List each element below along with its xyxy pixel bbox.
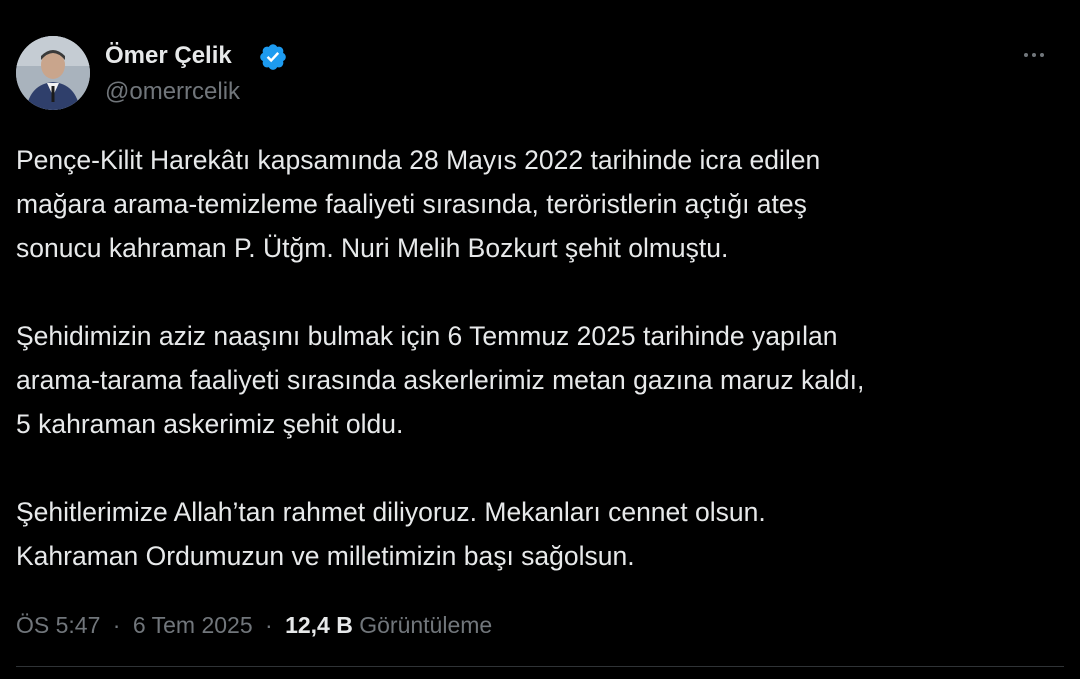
tweet-paragraph-3: Şehitlerimize Allah’tan rahmet diliyoruz… (16, 490, 1056, 578)
tweet-line: Pençe-Kilit Harekâtı kapsamında 28 Mayıs… (16, 145, 821, 175)
tweet-line: 5 kahraman askerimiz şehit oldu. (16, 409, 404, 439)
tweet-paragraph-2: Şehidimizin aziz naaşını bulmak için 6 T… (16, 314, 1056, 446)
tweet-line: Kahraman Ordumuzun ve milletimizin başı … (16, 541, 635, 571)
author-display-name[interactable]: Ömer Çelik (105, 42, 232, 70)
tweet-paragraph-1: Pençe-Kilit Harekâtı kapsamında 28 Mayıs… (16, 138, 1056, 270)
tweet-line: mağara arama-temizleme faaliyeti sırasın… (16, 189, 807, 219)
avatar[interactable] (16, 36, 90, 110)
tweet-meta: ÖS 5:47 · 6 Tem 2025 · 12,4 B Görüntülem… (16, 610, 492, 640)
tweet-line: Şehidimizin aziz naaşını bulmak için 6 T… (16, 321, 838, 351)
more-options-icon[interactable] (1014, 40, 1054, 70)
views-count: 12,4 B (285, 612, 353, 638)
divider (16, 666, 1064, 667)
tweet-line: sonucu kahraman P. Ütğm. Nuri Melih Bozk… (16, 233, 729, 263)
tweet-line: Şehitlerimize Allah’tan rahmet diliyoruz… (16, 497, 766, 527)
meta-separator: · (265, 612, 273, 638)
tweet-text: Pençe-Kilit Harekâtı kapsamında 28 Mayıs… (16, 138, 1056, 578)
meta-separator: · (112, 612, 121, 638)
author-handle[interactable]: @omerrcelik (105, 78, 240, 106)
tweet-time[interactable]: ÖS 5:47 (16, 612, 100, 638)
tweet-date[interactable]: 6 Tem 2025 (133, 612, 253, 638)
verified-badge-icon[interactable] (258, 42, 288, 72)
tweet-card: Ömer Çelik @omerrcelik Pençe-Kilit Harek… (0, 0, 1080, 679)
person-avatar-icon (16, 36, 90, 110)
views-label: Görüntüleme (359, 612, 493, 638)
tweet-line: arama-tarama faaliyeti sırasında askerle… (16, 365, 865, 395)
